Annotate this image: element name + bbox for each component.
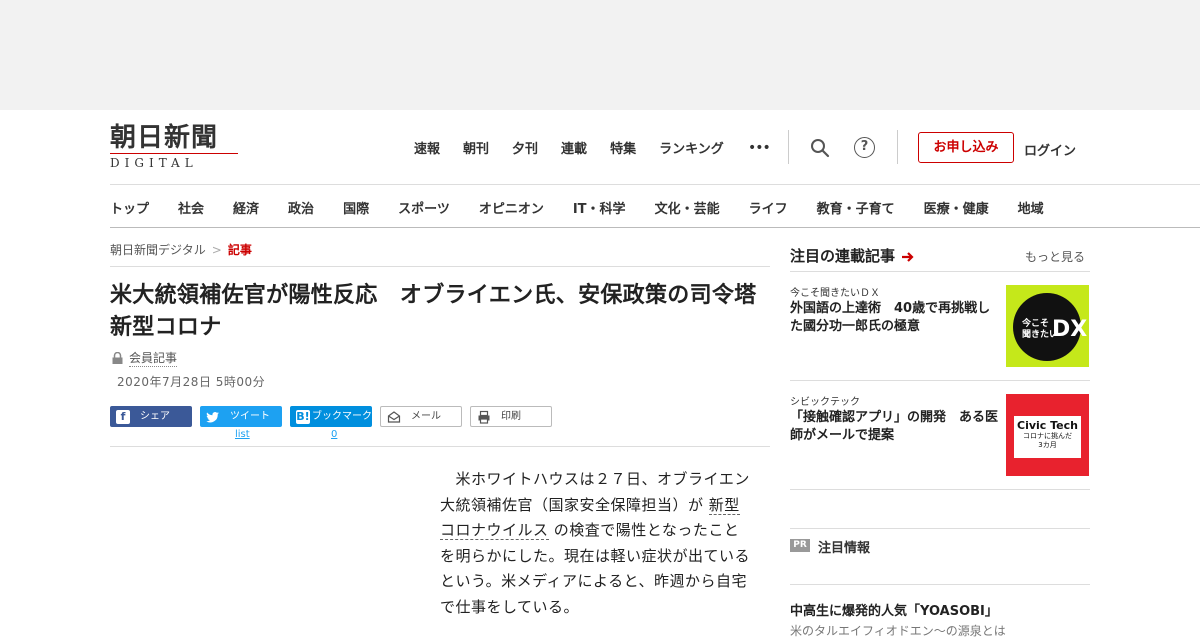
body-text-1: 米ホワイトハウスは２７日、オブライエン大統領補佐官（国家安全保障担当）が: [440, 470, 750, 514]
thumbnail-label-box: Civic Tech コロナに挑んだ 3カ月: [1014, 416, 1081, 458]
more-menu-icon[interactable]: •••: [748, 140, 771, 156]
facebook-icon: f: [116, 409, 130, 424]
twitter-share-button[interactable]: ツイート: [200, 406, 282, 427]
category-politics[interactable]: 政治: [288, 198, 314, 217]
article-body: 米ホワイトハウスは２７日、オブライエン大統領補佐官（国家安全保障担当）が 新型コ…: [440, 467, 750, 620]
print-button[interactable]: 印刷: [470, 406, 552, 427]
breadcrumb-separator: >: [211, 243, 222, 257]
category-health[interactable]: 医療・健康: [924, 198, 989, 217]
facebook-share-button[interactable]: f シェア: [110, 406, 192, 427]
pr-section-label: 注目情報: [818, 541, 871, 556]
category-top[interactable]: トップ: [110, 198, 149, 217]
thumbnail-title: Civic Tech: [1017, 419, 1078, 432]
breadcrumb-home[interactable]: 朝日新聞デジタル: [110, 243, 206, 257]
mail-icon: [387, 410, 401, 423]
sidebar-heading[interactable]: 注目の連載記事: [790, 245, 915, 266]
lock-icon: [112, 352, 123, 364]
article-title: 米大統領補佐官が陽性反応 オブライエン氏、安保政策の司令塔 新型コロナ: [110, 283, 779, 340]
sidebar-heading-label: 注目の連載記事: [790, 247, 896, 265]
breadcrumb: 朝日新聞デジタル > 記事: [110, 241, 252, 258]
topnav-item-yuukan[interactable]: 夕刊: [512, 138, 538, 157]
help-icon[interactable]: ?: [854, 137, 875, 158]
category-opinion[interactable]: オピニオン: [479, 198, 544, 217]
category-economy[interactable]: 経済: [233, 198, 259, 217]
topnav-item-ranking[interactable]: ランキング: [659, 138, 724, 157]
breadcrumb-current: 記事: [227, 243, 252, 257]
sidebar-item-kicker: 今こそ聞きたいＤＸ: [790, 288, 880, 299]
divider: [897, 130, 898, 164]
category-culture[interactable]: 文化・芸能: [655, 198, 720, 217]
pr-item-title[interactable]: 中高生に爆発的人気「YOASOBI」: [790, 600, 998, 619]
hatena-bookmark-icon: B!: [296, 409, 310, 424]
member-badge: 会員記事: [112, 349, 178, 367]
apply-button[interactable]: お申し込み: [918, 132, 1014, 163]
twitter-count[interactable]: list: [235, 429, 250, 440]
divider: [788, 130, 789, 164]
login-link[interactable]: ログイン: [1024, 140, 1076, 159]
hatena-bookmark-button[interactable]: B! ブックマーク: [290, 406, 372, 427]
category-education[interactable]: 教育・子育て: [817, 198, 895, 217]
sidebar-more-link[interactable]: もっと見る: [1025, 248, 1085, 265]
site-logo[interactable]: 朝日新聞 DIGITAL: [110, 124, 244, 170]
search-icon[interactable]: [810, 138, 830, 158]
pr-badge: PR: [790, 539, 810, 552]
top-nav: 速報 朝刊 夕刊 連載 特集 ランキング: [414, 138, 747, 157]
divider: [790, 528, 1090, 529]
divider: [790, 380, 1090, 381]
sidebar-item-title[interactable]: 「接触確認アプリ」の開発 ある医師がメールで提案: [790, 409, 1002, 445]
divider: [110, 266, 770, 267]
divider: [790, 584, 1090, 585]
print-label: 印刷: [501, 411, 521, 422]
category-sports[interactable]: スポーツ: [398, 198, 450, 217]
mail-share-button[interactable]: メール: [380, 406, 462, 427]
thumbnail-subtitle: コロナに挑んだ 3カ月: [1023, 432, 1072, 449]
sidebar-item-thumbnail[interactable]: Civic Tech コロナに挑んだ 3カ月: [1006, 394, 1089, 476]
mail-share-label: メール: [411, 411, 441, 422]
hatena-count[interactable]: 0: [331, 429, 337, 440]
divider: [110, 446, 770, 447]
site-header: 朝日新聞 DIGITAL 速報 朝刊 夕刊 連載 特集 ランキング ••• ? …: [0, 110, 1200, 184]
topnav-item-tokushu[interactable]: 特集: [610, 138, 636, 157]
category-region[interactable]: 地域: [1018, 198, 1044, 217]
logo-main: 朝日新聞: [110, 123, 219, 153]
topnav-item-choukan[interactable]: 朝刊: [463, 138, 489, 157]
print-icon: [478, 410, 490, 424]
hatena-share-label: ブックマーク: [312, 411, 372, 422]
thumbnail-dx-text: DX: [1052, 317, 1088, 342]
pr-item-subtitle[interactable]: 米のタルエイフィオドエン～の源泉とは: [790, 622, 1006, 639]
category-nav: トップ 社会 経済 政治 国際 スポーツ オピニオン IT・科学 文化・芸能 ラ…: [110, 184, 1200, 228]
ad-area: [0, 0, 1200, 110]
sidebar-item-thumbnail[interactable]: 今こそ 聞きたい DX: [1006, 285, 1089, 367]
facebook-share-label: シェア: [140, 411, 170, 422]
topnav-item-rensai[interactable]: 連載: [561, 138, 587, 157]
arrow-right-icon: [902, 252, 914, 262]
category-life[interactable]: ライフ: [749, 198, 788, 217]
sidebar-item-kicker: シビックテック: [790, 397, 860, 408]
logo-sub: DIGITAL: [110, 153, 238, 170]
twitter-icon: [206, 411, 219, 422]
member-label[interactable]: 会員記事: [129, 349, 178, 367]
category-international[interactable]: 国際: [343, 198, 369, 217]
divider: [790, 489, 1090, 490]
category-society[interactable]: 社会: [178, 198, 204, 217]
topnav-item-sokuho[interactable]: 速報: [414, 138, 440, 157]
publish-date: 2020年7月28日 5時00分: [117, 375, 266, 389]
twitter-share-label: ツイート: [230, 411, 270, 422]
sidebar-item-title[interactable]: 外国語の上達術 40歳で再挑戦した國分功一郎氏の極意: [790, 300, 1002, 336]
divider: [790, 271, 1090, 272]
category-it-science[interactable]: IT・科学: [573, 198, 626, 217]
